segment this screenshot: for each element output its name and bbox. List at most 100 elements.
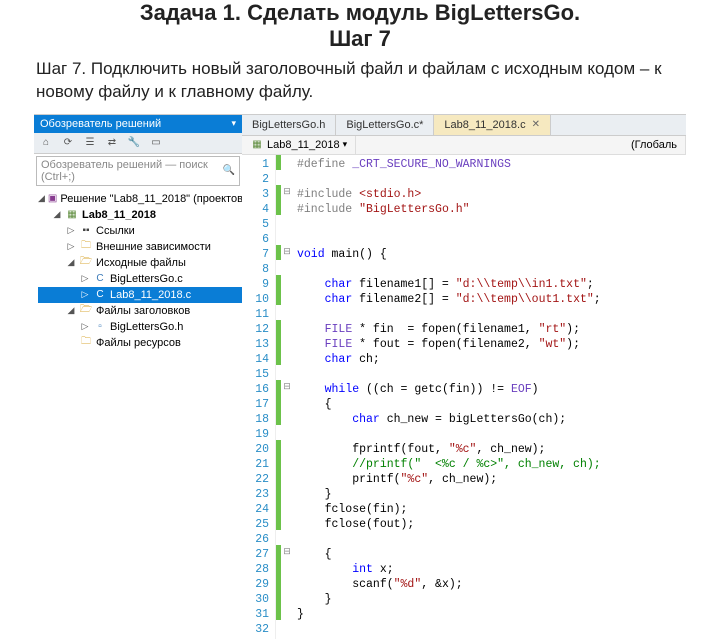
code-line[interactable]: //printf(" <%c / %c>", ch_new, ch); — [297, 457, 601, 472]
caret-icon[interactable]: ◢ — [38, 193, 45, 204]
caret-icon[interactable]: ◢ — [52, 209, 62, 220]
tree-label: Файлы заголовков — [96, 305, 190, 317]
tab-lab8-c[interactable]: Lab8_11_2018.c ✕ — [434, 115, 551, 135]
refresh-icon[interactable]: ⟳ — [60, 135, 76, 151]
fold-toggle — [281, 335, 293, 350]
code-line[interactable] — [297, 367, 601, 382]
code-body[interactable]: #define _CRT_SECURE_NO_WARNINGS #include… — [293, 155, 601, 639]
fold-toggle[interactable]: ⊟ — [281, 185, 293, 200]
code-line[interactable]: char ch_new = bigLettersGo(ch); — [297, 412, 601, 427]
tab-biglettersgo-c[interactable]: BigLettersGo.c* — [336, 115, 434, 135]
caret-icon[interactable]: ▷ — [80, 273, 90, 284]
caret-icon[interactable]: ▷ — [80, 321, 90, 332]
code-line[interactable] — [297, 427, 601, 442]
line-number: 16 — [242, 382, 269, 397]
code-line[interactable] — [297, 232, 601, 247]
page-subtitle: Шаг 7 — [0, 26, 720, 52]
caret-icon[interactable]: ▷ — [66, 241, 76, 252]
explorer-title-label: Обозреватель решений — [40, 118, 161, 130]
code-line[interactable]: #include <stdio.h> — [297, 187, 601, 202]
tab-label: BigLettersGo.h — [252, 119, 325, 131]
search-placeholder-text: Обозреватель решений — поиск (Ctrl+;) — [41, 159, 220, 183]
code-line[interactable]: while ((ch = getc(fin)) != EOF) — [297, 382, 601, 397]
fold-toggle — [281, 410, 293, 425]
tree-project[interactable]: ◢ ▦ Lab8_11_2018 — [38, 207, 242, 223]
tree-source-file-selected[interactable]: ▷ C Lab8_11_2018.c — [38, 287, 242, 303]
show-all-icon[interactable]: ▭ — [148, 135, 164, 151]
code-line[interactable]: printf("%c", ch_new); — [297, 472, 601, 487]
caret-icon[interactable]: ▷ — [80, 289, 90, 300]
tree-header-folder[interactable]: ◢ 🗁 Файлы заголовков — [38, 303, 242, 319]
tab-label: Lab8_11_2018.c — [444, 119, 525, 131]
tree-label: Ссылки — [96, 225, 135, 237]
code-line[interactable] — [297, 307, 601, 322]
code-line[interactable]: char filename1[] = "d:\\temp\\in1.txt"; — [297, 277, 601, 292]
fold-toggle[interactable]: ⊟ — [281, 545, 293, 560]
code-line[interactable] — [297, 532, 601, 547]
tree-external-deps[interactable]: ▷ 🗀 Внешние зависимости — [38, 239, 242, 255]
code-area[interactable]: 1234567891011121314151617181920212223242… — [242, 155, 686, 639]
code-line[interactable]: { — [297, 397, 601, 412]
code-line[interactable]: fprintf(fout, "%c", ch_new); — [297, 442, 601, 457]
code-line[interactable]: #include "BigLettersGo.h" — [297, 202, 601, 217]
explorer-title-bar[interactable]: Обозреватель решений ▾ — [34, 115, 242, 133]
crumb-label: (Глобаль — [631, 139, 677, 151]
properties-icon[interactable]: 🔧 — [126, 135, 142, 151]
code-line[interactable]: FILE * fout = fopen(filename2, "wt"); — [297, 337, 601, 352]
code-line[interactable]: scanf("%d", &x); — [297, 577, 601, 592]
caret-icon[interactable]: ◢ — [66, 257, 76, 268]
fold-toggle — [281, 620, 293, 635]
fold-toggle — [281, 305, 293, 320]
dropdown-icon[interactable]: ▾ — [231, 118, 236, 129]
caret-icon[interactable]: ◢ — [66, 305, 76, 316]
line-number: 3 — [242, 187, 269, 202]
code-line[interactable]: } — [297, 592, 601, 607]
code-line[interactable]: char filename2[] = "d:\\temp\\out1.txt"; — [297, 292, 601, 307]
fold-toggle[interactable]: ⊟ — [281, 380, 293, 395]
search-icon[interactable]: 🔍 — [223, 165, 235, 176]
code-line[interactable]: } — [297, 487, 601, 502]
line-number: 31 — [242, 607, 269, 622]
code-line[interactable]: } — [297, 607, 601, 622]
fold-toggle — [281, 425, 293, 440]
fold-toggle — [281, 215, 293, 230]
crumb-project[interactable]: ▦ Lab8_11_2018 ▾ — [242, 136, 356, 154]
fold-toggle — [281, 590, 293, 605]
chevron-down-icon[interactable]: ▾ — [343, 139, 348, 150]
line-number: 12 — [242, 322, 269, 337]
sync-icon[interactable]: ⇄ — [104, 135, 120, 151]
tree-header-file[interactable]: ▷ ▫ BigLettersGo.h — [38, 319, 242, 335]
code-line[interactable] — [297, 172, 601, 187]
crumb-scope[interactable]: (Глобаль — [356, 136, 686, 154]
caret-icon[interactable]: ▷ — [66, 225, 76, 236]
tree-source-folder[interactable]: ◢ 🗁 Исходные файлы — [38, 255, 242, 271]
code-line[interactable]: char ch; — [297, 352, 601, 367]
code-line[interactable]: fclose(fout); — [297, 517, 601, 532]
code-line[interactable]: #define _CRT_SECURE_NO_WARNINGS — [297, 157, 601, 172]
tab-biglettersgo-h[interactable]: BigLettersGo.h — [242, 115, 336, 135]
fold-toggle[interactable]: ⊟ — [281, 245, 293, 260]
code-line[interactable] — [297, 262, 601, 277]
explorer-search[interactable]: Обозреватель решений — поиск (Ctrl+;) 🔍 — [36, 156, 240, 186]
code-line[interactable]: void main() { — [297, 247, 601, 262]
tree-resources-folder[interactable]: 🗀 Файлы ресурсов — [38, 335, 242, 351]
tree-source-file[interactable]: ▷ C BigLettersGo.c — [38, 271, 242, 287]
code-line[interactable]: FILE * fin = fopen(filename1, "rt"); — [297, 322, 601, 337]
code-line[interactable] — [297, 217, 601, 232]
fold-toggle — [281, 455, 293, 470]
line-number: 9 — [242, 277, 269, 292]
line-number: 30 — [242, 592, 269, 607]
tree-solution[interactable]: ◢ ▣ Решение "Lab8_11_2018" (проектов: 1) — [38, 191, 242, 207]
line-number: 15 — [242, 367, 269, 382]
code-line[interactable]: { — [297, 547, 601, 562]
collapse-icon[interactable]: ☰ — [82, 135, 98, 151]
editor-tabs: BigLettersGo.h BigLettersGo.c* Lab8_11_2… — [242, 115, 686, 136]
close-icon[interactable]: ✕ — [532, 119, 540, 130]
code-line[interactable]: int x; — [297, 562, 601, 577]
line-number: 26 — [242, 532, 269, 547]
home-icon[interactable]: ⌂ — [38, 135, 54, 151]
code-line[interactable] — [297, 622, 601, 637]
code-line[interactable]: fclose(fin); — [297, 502, 601, 517]
tree-references[interactable]: ▷ ▪▪ Ссылки — [38, 223, 242, 239]
line-number: 6 — [242, 232, 269, 247]
